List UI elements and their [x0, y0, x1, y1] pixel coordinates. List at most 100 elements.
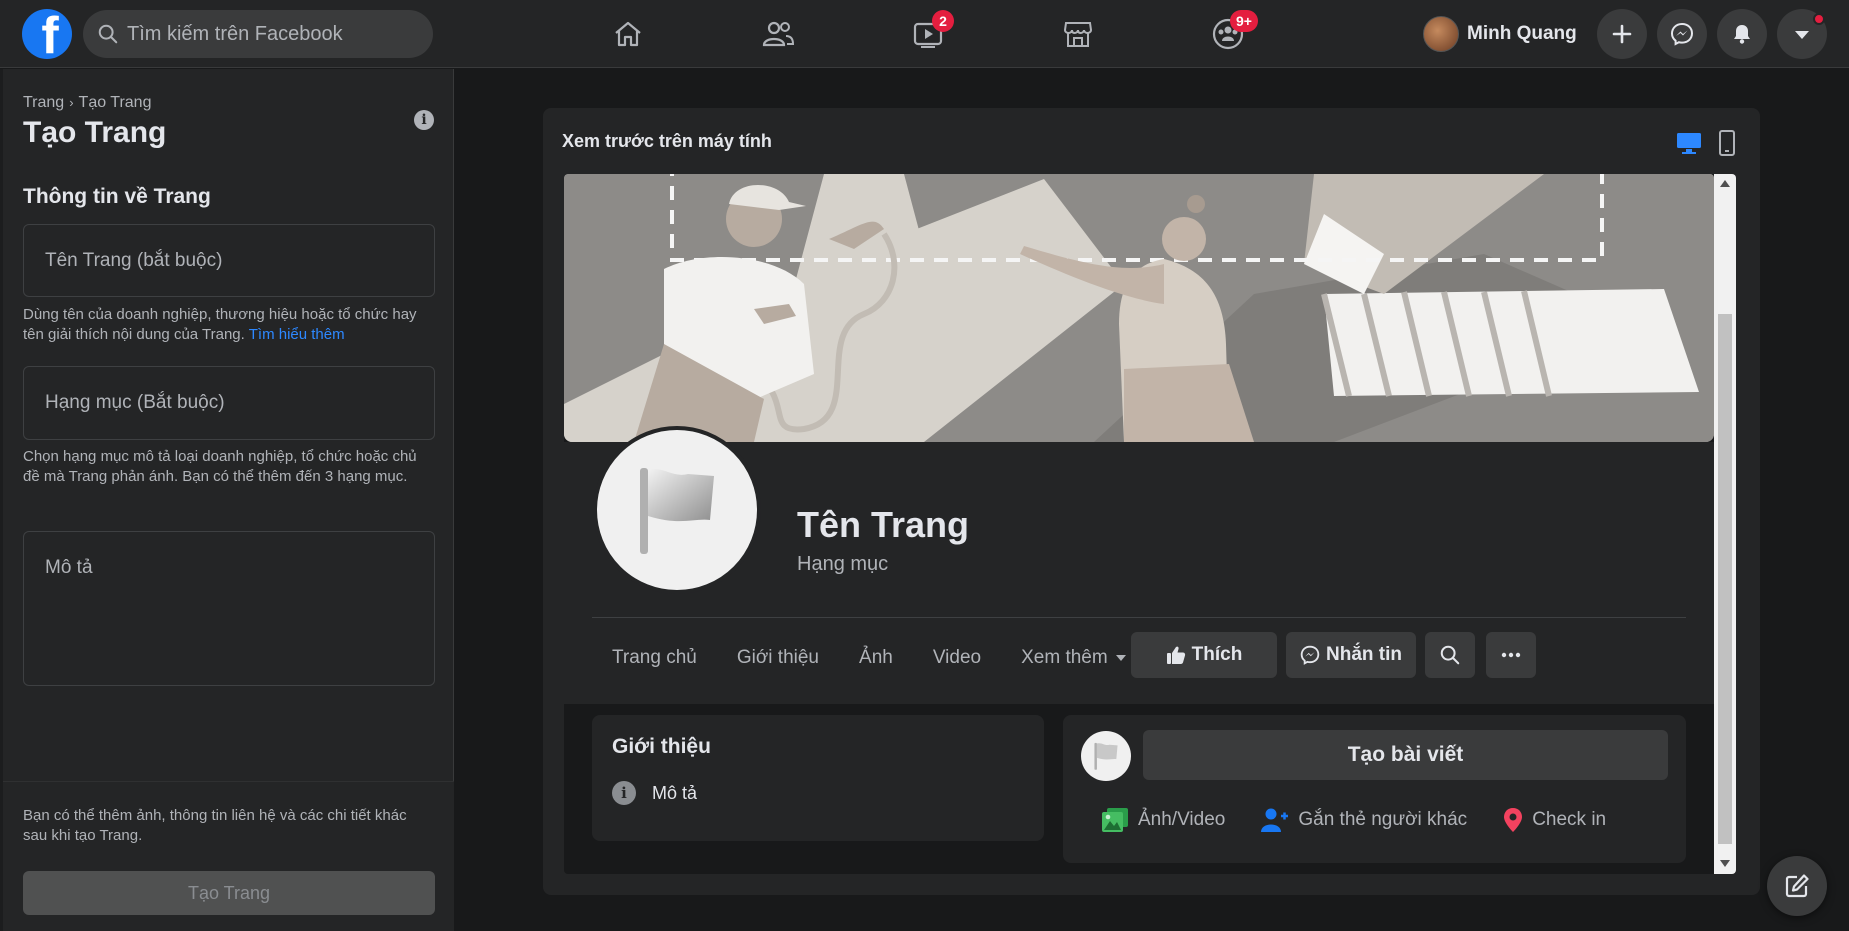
create-page-panel: Trang › Tạo Trang Tạo Trang i Thông tin về… — [0, 69, 454, 931]
search-icon — [1440, 645, 1460, 665]
page-search-button[interactable] — [1425, 632, 1475, 678]
search-icon — [98, 24, 118, 44]
check-in-button[interactable]: Check in — [1503, 807, 1606, 833]
page-profile-picture[interactable] — [593, 426, 761, 594]
bell-icon — [1734, 25, 1750, 44]
new-message-button[interactable] — [1767, 856, 1827, 916]
scroll-down-arrow[interactable] — [1720, 860, 1730, 867]
tab-more[interactable]: Xem thêm — [1001, 636, 1146, 680]
page-title: Tạo Trang — [23, 116, 167, 149]
nav-watch[interactable]: 2 — [898, 10, 958, 58]
page-name-field[interactable]: Tên Trang (bắt buộc) — [23, 224, 435, 297]
desktop-view-button[interactable] — [1673, 128, 1705, 158]
tag-people-icon — [1261, 808, 1289, 832]
scroll-thumb[interactable] — [1718, 314, 1732, 844]
tab-home[interactable]: Trang chủ — [592, 636, 717, 680]
watch-badge: 2 — [932, 10, 954, 32]
tab-videos[interactable]: Video — [913, 636, 1001, 680]
tag-people-button[interactable]: Gắn thẻ người khác — [1261, 807, 1467, 833]
intro-card: Giới thiệu i Mô tả — [592, 715, 1044, 841]
facebook-logo[interactable]: f — [22, 9, 72, 59]
breadcrumb-root[interactable]: Trang — [23, 94, 64, 111]
create-post-button[interactable]: Tạo bài viết — [1143, 730, 1668, 780]
nav-home[interactable] — [598, 10, 658, 58]
notifications-button[interactable] — [1717, 9, 1767, 59]
ellipsis-icon — [1501, 652, 1521, 658]
photo-video-label: Ảnh/Video — [1138, 809, 1226, 830]
create-button[interactable] — [1597, 9, 1647, 59]
breadcrumb: Trang › Tạo Trang — [23, 94, 151, 112]
composer-actions: Ảnh/Video Gắn thẻ người khác Check in — [1101, 807, 1642, 833]
flag-icon — [1094, 742, 1118, 770]
create-page-button[interactable]: Tạo Trang — [23, 871, 435, 915]
photo-video-button[interactable]: Ảnh/Video — [1101, 807, 1225, 833]
intro-description: Mô tả — [652, 782, 698, 803]
tag-people-label: Gắn thẻ người khác — [1298, 809, 1468, 830]
cover-photo — [564, 174, 1714, 442]
marketplace-icon — [1063, 22, 1093, 47]
caret-down-icon — [1795, 31, 1809, 39]
mobile-view-button[interactable] — [1711, 128, 1743, 158]
like-label: Thích — [1191, 644, 1243, 665]
search-box[interactable] — [83, 10, 433, 58]
scroll-up-arrow[interactable] — [1720, 180, 1730, 187]
photo-icon — [1102, 808, 1128, 832]
info-icon[interactable]: i — [414, 110, 434, 130]
groups-badge: 9+ — [1230, 10, 1258, 32]
notification-dot — [1813, 13, 1825, 25]
location-pin-icon — [1504, 808, 1523, 832]
description-field[interactable]: Mô tả — [23, 531, 435, 686]
search-input[interactable] — [127, 22, 417, 46]
flag-icon — [640, 468, 714, 554]
breadcrumb-current: Tạo Trang — [78, 94, 152, 111]
chevron-down-icon — [1115, 655, 1126, 661]
preview-frame: Tên Trang Hạng mục Trang chủ Giới thiệu … — [564, 174, 1736, 874]
nav-groups[interactable]: 9+ — [1198, 10, 1258, 58]
category-field[interactable]: Hạng mục (Bắt buộc) — [23, 366, 435, 440]
intro-description-row: i Mô tả — [612, 781, 697, 805]
avatar — [1423, 16, 1459, 52]
compose-icon — [1785, 874, 1809, 898]
message-label: Nhắn tin — [1326, 644, 1402, 665]
account-button[interactable] — [1777, 9, 1827, 59]
desktop-preview: Xem trước trên máy tính Tên Trang Hạng m… — [543, 108, 1760, 895]
page-name: Tên Trang — [797, 504, 970, 545]
post-composer: Tạo bài viết Ảnh/Video Gắn thẻ người khá… — [1063, 715, 1686, 863]
thumbs-up-icon — [1166, 646, 1185, 664]
top-navigation-bar: f 2 9+ Minh Quang — [0, 0, 1849, 68]
breadcrumb-separator: › — [69, 95, 74, 110]
desktop-icon — [1677, 133, 1701, 154]
info-icon: i — [612, 781, 636, 805]
tab-about[interactable]: Giới thiệu — [717, 636, 839, 680]
intro-title: Giới thiệu — [612, 735, 711, 758]
mobile-icon — [1719, 130, 1735, 156]
messenger-icon — [1670, 22, 1694, 46]
composer-avatar — [1081, 731, 1131, 781]
nav-marketplace[interactable] — [1048, 10, 1108, 58]
section-title: Thông tin về Trang — [23, 185, 211, 208]
like-button[interactable]: Thích — [1131, 632, 1277, 678]
learn-more-link[interactable]: Tìm hiểu thêm — [249, 326, 345, 343]
page-header: Tên Trang Hạng mục Trang chủ Giới thiệu … — [564, 426, 1714, 704]
tab-photos[interactable]: Ảnh — [839, 636, 913, 680]
nav-friends[interactable] — [748, 10, 808, 58]
message-button[interactable]: Nhắn tin — [1286, 632, 1416, 678]
messenger-button[interactable] — [1657, 9, 1707, 59]
friends-icon — [762, 21, 795, 47]
footer-text: Bạn có thể thêm ảnh, thông tin liên hệ v… — [23, 807, 407, 844]
messenger-icon — [1300, 645, 1320, 665]
cover-illustration — [564, 174, 1714, 442]
page-name-hint: Dùng tên của doanh nghiệp, thương hiệu h… — [23, 306, 417, 343]
profile-link[interactable]: Minh Quang — [1423, 14, 1577, 54]
home-icon — [615, 21, 641, 47]
page-tabs: Trang chủ Giới thiệu Ảnh Video Xem thêm — [592, 636, 1146, 680]
preview-scrollbar[interactable] — [1714, 174, 1736, 874]
more-options-button[interactable] — [1486, 632, 1536, 678]
check-in-label: Check in — [1532, 809, 1607, 830]
profile-name: Minh Quang — [1467, 23, 1577, 44]
header-divider — [592, 617, 1686, 618]
preview-title: Xem trước trên máy tính — [562, 131, 772, 151]
panel-footer: Bạn có thể thêm ảnh, thông tin liên hệ v… — [3, 781, 454, 931]
plus-icon — [1612, 24, 1632, 44]
page-category: Hạng mục — [797, 553, 889, 575]
